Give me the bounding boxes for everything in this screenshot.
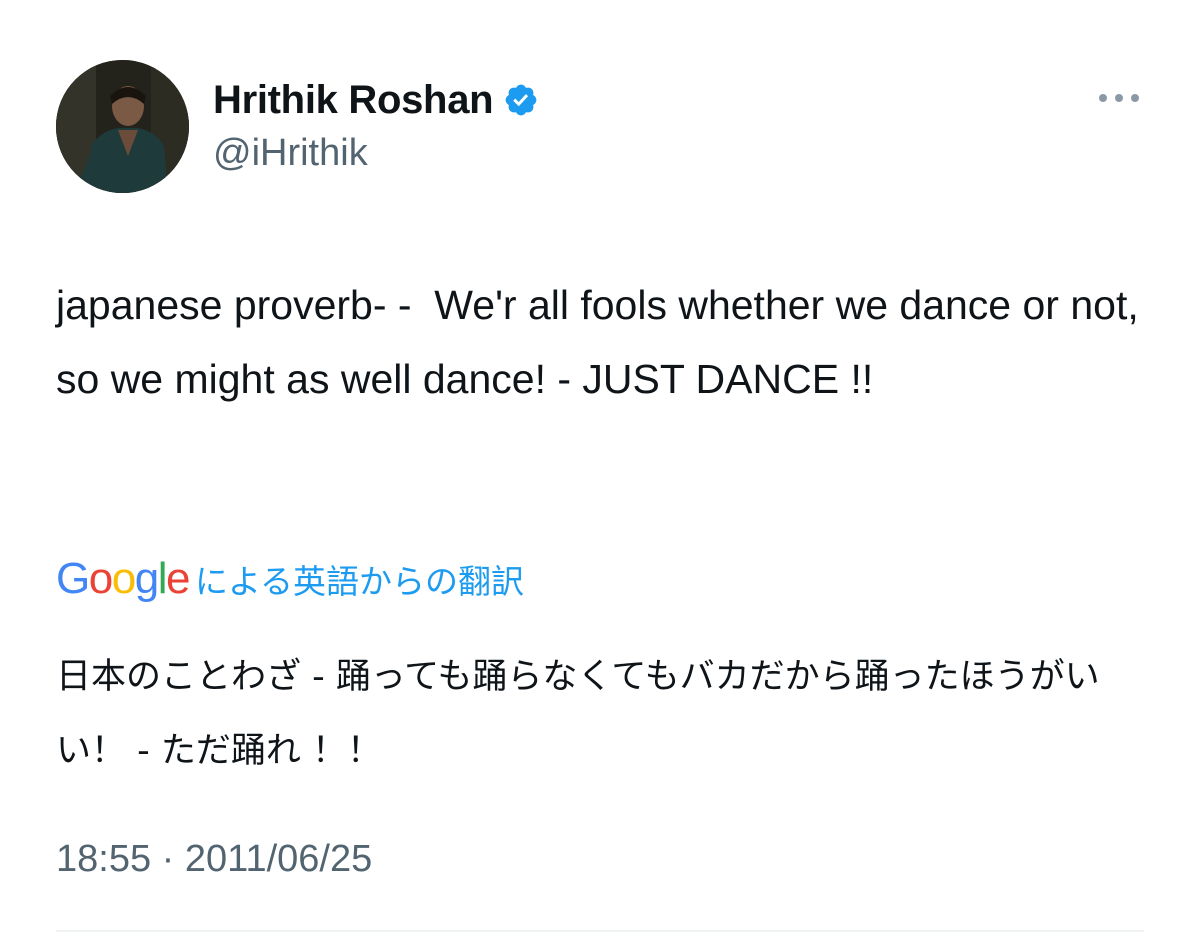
- translation-attribution[interactable]: Google による英語からの翻訳: [56, 553, 524, 605]
- google-logo-letter: o: [88, 554, 113, 603]
- avatar[interactable]: [56, 60, 189, 193]
- translated-text: 日本のことわざ - 踊っても踊らなくてもバカだから踊ったほうがいい！ - ただ踊…: [56, 657, 1100, 771]
- tweet-timestamp[interactable]: 18:55 · 2011/06/25: [56, 838, 372, 881]
- user-name-row[interactable]: Hrithik Roshan: [213, 76, 539, 124]
- translation-label[interactable]: による英語からの翻訳: [195, 555, 524, 603]
- display-name[interactable]: Hrithik Roshan: [213, 78, 494, 123]
- more-options-icon[interactable]: [1097, 88, 1141, 108]
- google-logo-letter: l: [157, 554, 168, 603]
- user-handle[interactable]: @iHrithik: [213, 132, 368, 175]
- google-logo-letter: G: [56, 554, 90, 603]
- google-logo-letter: g: [134, 554, 159, 603]
- avatar-photo: [56, 60, 189, 193]
- google-logo: Google: [56, 554, 190, 603]
- divider: [56, 930, 1144, 932]
- verified-badge-icon: [505, 84, 537, 116]
- google-logo-letter: e: [165, 554, 190, 603]
- tweet-detail: Hrithik Roshan @iHrithik japanese prover…: [0, 0, 1200, 938]
- tweet-text: japanese proverb- - We'r all fools wheth…: [56, 282, 1151, 402]
- google-logo-letter: o: [111, 554, 136, 603]
